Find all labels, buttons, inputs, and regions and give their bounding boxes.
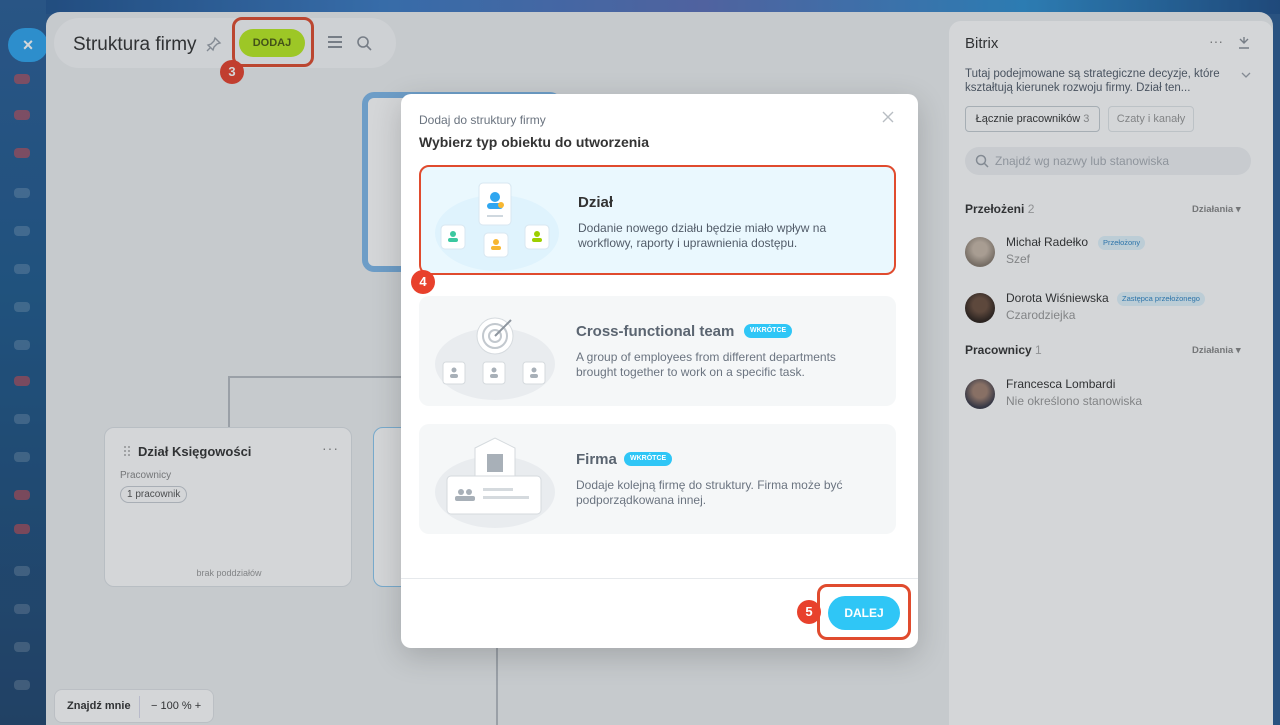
- team-target-illustration-icon: [435, 317, 555, 400]
- option-cross-functional-team[interactable]: Cross-functional team WKRÓTCE A group of…: [419, 296, 896, 406]
- annotation-badge: 5: [797, 600, 821, 624]
- option-title: Cross-functional team: [576, 323, 735, 340]
- create-object-dialog: Dodaj do struktury firmy Wybierz typ obi…: [401, 94, 918, 648]
- dialog-subtitle: Dodaj do struktury firmy: [419, 113, 546, 127]
- option-description: A group of employees from different depa…: [576, 350, 836, 379]
- annotation-highlight: [817, 584, 911, 640]
- coming-soon-badge: WKRÓTCE: [744, 324, 793, 338]
- option-department[interactable]: Dział Dodanie nowego działu będzie miało…: [419, 165, 896, 275]
- annotation-badge: 4: [411, 270, 435, 294]
- close-icon[interactable]: [881, 110, 895, 124]
- option-company[interactable]: Firma WKRÓTCE Dodaje kolejną firmę do st…: [419, 424, 896, 534]
- option-description: Dodanie nowego działu będzie miało wpływ…: [578, 221, 827, 250]
- coming-soon-badge: WKRÓTCE: [624, 452, 673, 466]
- company-illustration-icon: [435, 437, 555, 528]
- option-title: Firma: [576, 451, 617, 468]
- option-description: Dodaje kolejną firmę do struktury. Firma…: [576, 478, 843, 507]
- department-illustration-icon: [435, 182, 559, 271]
- dialog-title: Wybierz typ obiektu do utworzenia: [419, 134, 649, 150]
- option-title: Dział: [578, 194, 614, 211]
- divider: [401, 578, 918, 579]
